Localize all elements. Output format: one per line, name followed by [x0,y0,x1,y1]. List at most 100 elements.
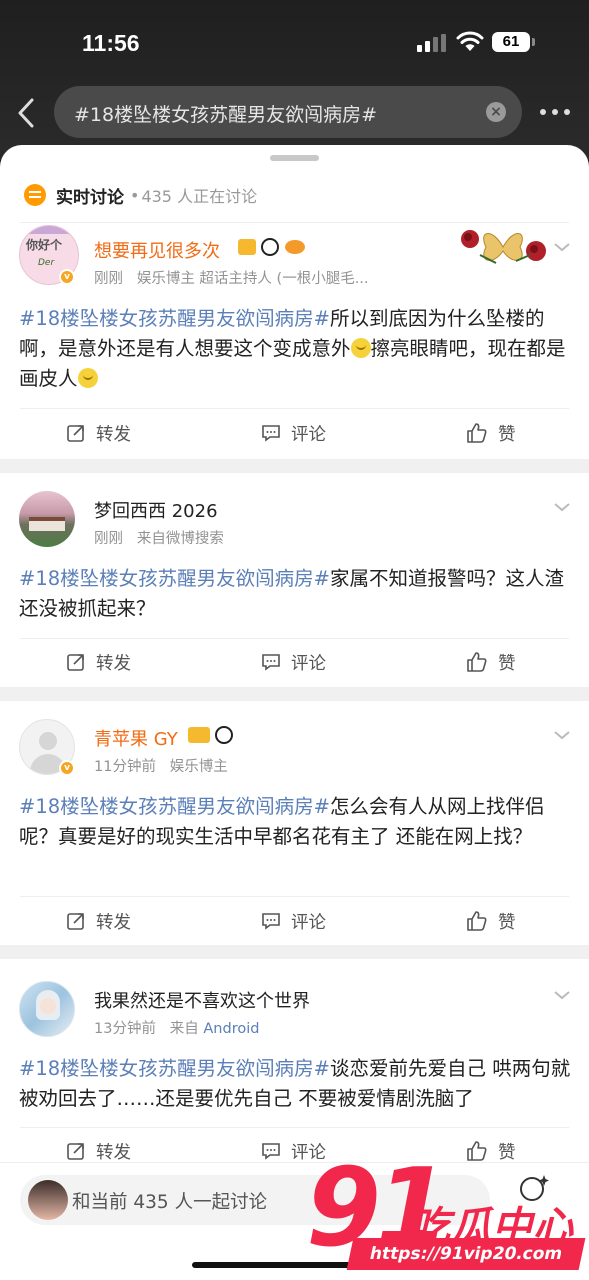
header-divider [20,222,569,223]
actions-divider [20,1127,569,1128]
repost-icon [67,913,84,930]
search-input[interactable]: #18楼坠楼女孩苏醒男友欲闯病房# × [54,86,522,138]
repost-label: 转发 [96,424,131,445]
post-time: 刚刚 [94,271,123,287]
cellular-signal-icon [417,34,447,52]
wifi-icon [456,31,484,51]
comment-label: 评论 [291,912,326,933]
post-card[interactable]: 我果然还是不喜欢这个世界 13分钟前 来自 Android #18楼坠楼女孩苏醒… [0,959,589,1169]
verified-badge-icon: v [59,269,75,285]
post-separator [0,687,589,701]
repost-button[interactable]: 转发 [66,907,131,935]
post-text: #18楼坠楼女孩苏醒男友欲闯病房#怎么会有人从网上找伴侣呢？真要是好的现实生活中… [19,792,571,852]
post-time: 刚刚 [94,531,123,547]
chevron-down-icon[interactable] [553,729,571,741]
post-card[interactable]: 梦回西西 2026 刚刚 来自微博搜索 #18楼坠楼女孩苏醒男友欲闯病房#家属不… [0,473,589,687]
avatar-text: 你好个 [26,238,63,252]
post-card[interactable]: v 青苹果 GY 11分钟前 娱乐博主 #18楼坠楼女孩苏醒男友欲闯病房#怎么会… [0,701,589,945]
post-text: #18楼坠楼女孩苏醒男友欲闯病房#家属不知道报警吗？这人渣还没被抓起来？ [19,564,571,624]
repost-icon [67,1143,84,1160]
like-label: 赞 [498,912,516,933]
comment-label: 评论 [291,424,326,445]
post-time: 13分钟前 [94,1021,156,1037]
status-time: 11:56 [82,30,140,56]
comment-icon [262,1143,280,1160]
repost-label: 转发 [96,912,131,933]
comment-button[interactable]: 评论 [261,419,326,447]
like-button[interactable]: 赞 [466,419,516,447]
back-arrow-icon[interactable] [12,96,40,130]
post-source-prefix: 来自 [169,1021,199,1037]
hashtag-link[interactable]: #18楼坠楼女孩苏醒男友欲闯病房# [19,1057,330,1080]
like-button[interactable]: 赞 [466,648,516,676]
thumbs-up-icon [467,423,487,443]
username[interactable]: 我果然还是不喜欢这个世界 [94,987,310,1013]
thumbs-up-icon [467,911,487,931]
post-actions: 转发 评论 赞 [0,648,589,676]
hashtag-link[interactable]: #18楼坠楼女孩苏醒男友欲闯病房# [19,307,330,330]
comment-icon [262,913,280,930]
post-separator [0,945,589,959]
avatar[interactable] [19,491,75,547]
username[interactable]: 梦回西西 2026 [94,497,218,523]
repost-button[interactable]: 转发 [66,1137,131,1165]
live-discussion-header: 实时讨论 • 435 人正在讨论 [24,183,257,208]
chevron-down-icon[interactable] [553,989,571,1001]
post-separator [0,459,589,473]
user-tags: 娱乐博主 [169,759,228,775]
clear-search-icon[interactable]: × [486,102,506,122]
comment-button[interactable]: 评论 [261,648,326,676]
post-source: 来自微博搜索 [136,531,224,547]
post-text: #18楼坠楼女孩苏醒男友欲闯病房#谈恋爱前先爱自己 哄两句就被劝回去了……还是要… [19,1054,571,1114]
avatar[interactable] [19,981,75,1037]
post-card[interactable]: 你好个 Der v 想要再见很多次 刚刚 娱乐博主 超话主持人 (一根小腿毛..… [0,225,589,459]
live-title: 实时讨论 [56,187,124,208]
like-label: 赞 [498,424,516,445]
repost-icon [67,425,84,442]
verified-badge-icon: v [59,760,75,776]
repost-button[interactable]: 转发 [66,648,131,676]
repost-button[interactable]: 转发 [66,419,131,447]
top-bar: 11:56 61 #18楼坠楼女孩苏醒男友欲闯病房# × [0,0,589,160]
my-avatar [28,1180,68,1220]
thumbs-up-icon [467,652,487,672]
actions-divider [20,408,569,409]
hashtag-link[interactable]: #18楼坠楼女孩苏醒男友欲闯病房# [19,567,330,590]
repost-icon [67,654,84,671]
repost-label: 转发 [96,653,131,674]
comment-icon [262,654,280,671]
post-text: #18楼坠楼女孩苏醒男友欲闯病房#所以到底因为什么坠楼的啊，是意外还是有人想要这… [19,304,571,394]
like-button[interactable]: 赞 [466,907,516,935]
post-meta: 11分钟前 娱乐博主 [94,755,228,776]
decoration-butterfly-icon [461,230,546,264]
more-options-icon[interactable] [540,109,572,117]
sheet-grabber[interactable] [270,155,319,161]
avatar-subtext: Der [38,258,55,268]
actions-divider [20,896,569,897]
post-time: 11分钟前 [94,759,156,775]
comment-icon [262,425,280,442]
username[interactable]: 想要再见很多次 [94,237,220,263]
post-actions: 转发 评论 赞 [0,419,589,447]
search-query: #18楼坠楼女孩苏醒男友欲闯病房# [74,104,378,126]
watermark-logo: 91 吃瓜中心 https://91vip20.com [300,1146,589,1280]
chevron-down-icon[interactable] [553,241,571,253]
post-meta: 刚刚 娱乐博主 超话主持人 (一根小腿毛... [94,267,369,288]
hashtag-link[interactable]: #18楼坠楼女孩苏醒男友欲闯病房# [19,795,330,818]
smile-emoji-icon [350,338,371,358]
watermark-url: https://91vip20.com [346,1238,586,1270]
discussion-sheet: 实时讨论 • 435 人正在讨论 你好个 Der v 想要再见很多次 刚刚 娱乐… [0,145,589,1280]
user-badges-icon [238,238,305,258]
like-label: 赞 [498,653,516,674]
comment-label: 评论 [291,653,326,674]
live-chat-icon [24,184,46,206]
username[interactable]: 青苹果 GY [94,725,178,751]
chevron-down-icon[interactable] [553,501,571,513]
repost-label: 转发 [96,1142,131,1163]
comment-button[interactable]: 评论 [261,907,326,935]
user-badges-icon [188,726,234,745]
smile-emoji-icon [77,368,98,388]
post-source-link[interactable]: Android [203,1021,259,1037]
compose-placeholder: 和当前 435 人一起讨论 [72,1192,268,1213]
user-tags: 娱乐博主 超话主持人 (一根小腿毛... [136,271,369,287]
